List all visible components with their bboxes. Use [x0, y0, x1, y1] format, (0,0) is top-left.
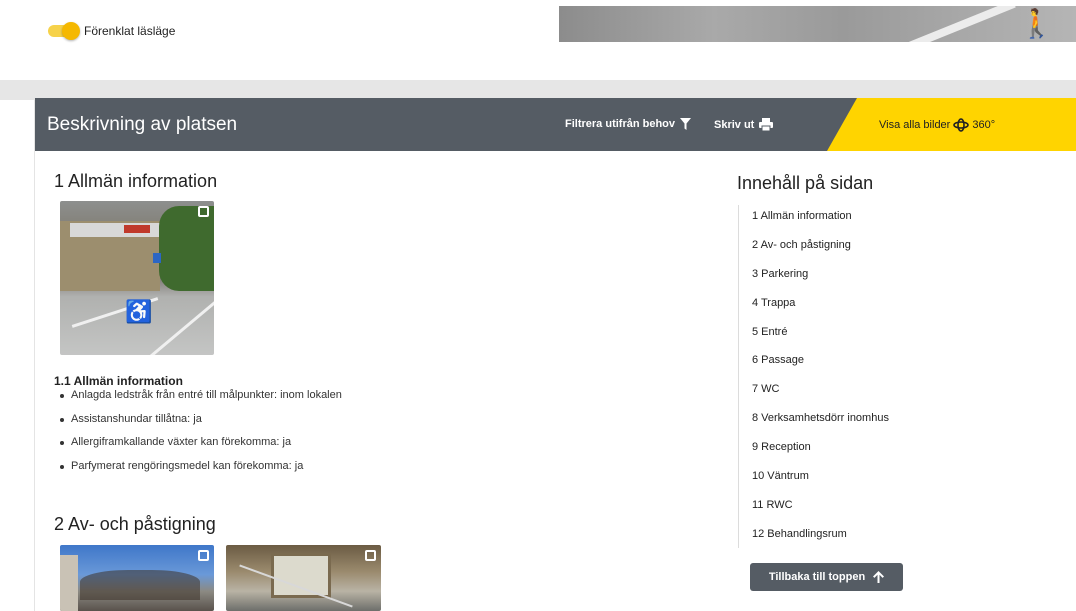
print-button[interactable]: Skriv ut: [714, 118, 774, 131]
tree: [159, 206, 214, 291]
subsection-title: 1.1 Allmän information: [54, 374, 183, 388]
street-photo[interactable]: [60, 545, 214, 611]
section-1-title: 1 Allmän information: [54, 171, 218, 191]
expand-icon[interactable]: [198, 206, 209, 217]
toc-item[interactable]: 10 Väntrum: [752, 465, 938, 494]
expand-icon[interactable]: [365, 550, 376, 561]
view-360-icon: [953, 118, 970, 132]
building-sign: [124, 225, 150, 233]
toc-item[interactable]: 2 Av- och påstigning: [752, 234, 938, 263]
toggle-label: Förenklat läsläge: [84, 24, 176, 38]
entrance-canopy: [70, 223, 165, 237]
toc-item[interactable]: 12 Behandlingsrum: [752, 523, 938, 552]
toc-item[interactable]: 1 Allmän information: [752, 205, 938, 234]
parking-line: [149, 297, 214, 355]
toggle-knob[interactable]: [62, 22, 80, 40]
hero-image: 🚶: [559, 6, 1076, 42]
info-list: Anlagda ledstråk från entré till målpunk…: [60, 389, 342, 483]
show-all-images-label: Visa alla bilder: [879, 119, 951, 131]
entrance-photo[interactable]: ♿: [60, 201, 214, 355]
filter-button[interactable]: Filtrera utifrån behov: [565, 118, 692, 130]
filter-label: Filtrera utifrån behov: [565, 118, 676, 130]
simplified-reading-toggle[interactable]: [48, 22, 80, 40]
show-all-images[interactable]: Visa alla bilder 360°: [879, 118, 995, 132]
list-item: Anlagda ledstråk från entré till målpunk…: [60, 389, 342, 413]
panel-header: Beskrivning av platsen Filtrera utifrån …: [35, 98, 1076, 151]
list-item: Allergiframkallande växter kan förekomma…: [60, 436, 342, 460]
toc-item[interactable]: 4 Trappa: [752, 292, 938, 321]
toc-item[interactable]: 8 Verksamhetsdörr inomhus: [752, 407, 938, 436]
entrance-ramp-photo[interactable]: [226, 545, 381, 611]
toc-item[interactable]: 3 Parkering: [752, 263, 938, 292]
pedestrian-icon: 🚶: [1019, 8, 1054, 39]
toc-item[interactable]: 5 Entré: [752, 321, 938, 350]
toc-item[interactable]: 11 RWC: [752, 494, 938, 523]
toc-item[interactable]: 7 WC: [752, 378, 938, 407]
parking-sign: [153, 253, 161, 263]
road-marking: [892, 6, 1016, 42]
toc-item[interactable]: 6 Passage: [752, 349, 938, 378]
view-360-label: 360°: [972, 119, 996, 131]
wheelchair-symbol-icon: ♿: [125, 299, 153, 324]
list-item: Parfymerat rengöringsmedel kan förekomma…: [60, 460, 342, 484]
list-item: Assistanshundar tillåtna: ja: [60, 413, 342, 437]
back-to-top-button[interactable]: Tillbaka till toppen: [750, 563, 903, 591]
back-to-top-label: Tillbaka till toppen: [768, 571, 866, 583]
arrow-up-icon: [873, 571, 885, 583]
trees: [80, 570, 200, 600]
section-2-title: 2 Av- och påstigning: [54, 514, 216, 534]
printer-icon: [759, 118, 774, 131]
expand-icon[interactable]: [198, 550, 209, 561]
toc-item[interactable]: 9 Reception: [752, 436, 938, 465]
table-of-contents: 1 Allmän information 2 Av- och påstignin…: [738, 205, 938, 548]
panel-title: Beskrivning av platsen: [47, 114, 238, 135]
divider-band: [0, 80, 1076, 100]
glass-door: [271, 553, 331, 598]
print-label: Skriv ut: [714, 118, 755, 131]
building: [60, 555, 78, 611]
description-panel: Beskrivning av platsen Filtrera utifrån …: [34, 98, 1076, 611]
show-all-images-button[interactable]: Visa alla bilder 360°: [827, 98, 1076, 151]
top-bar: Förenklat läsläge 🚶: [0, 0, 1076, 80]
funnel-icon: [680, 118, 692, 130]
toc-title: Innehåll på sidan: [737, 173, 874, 193]
